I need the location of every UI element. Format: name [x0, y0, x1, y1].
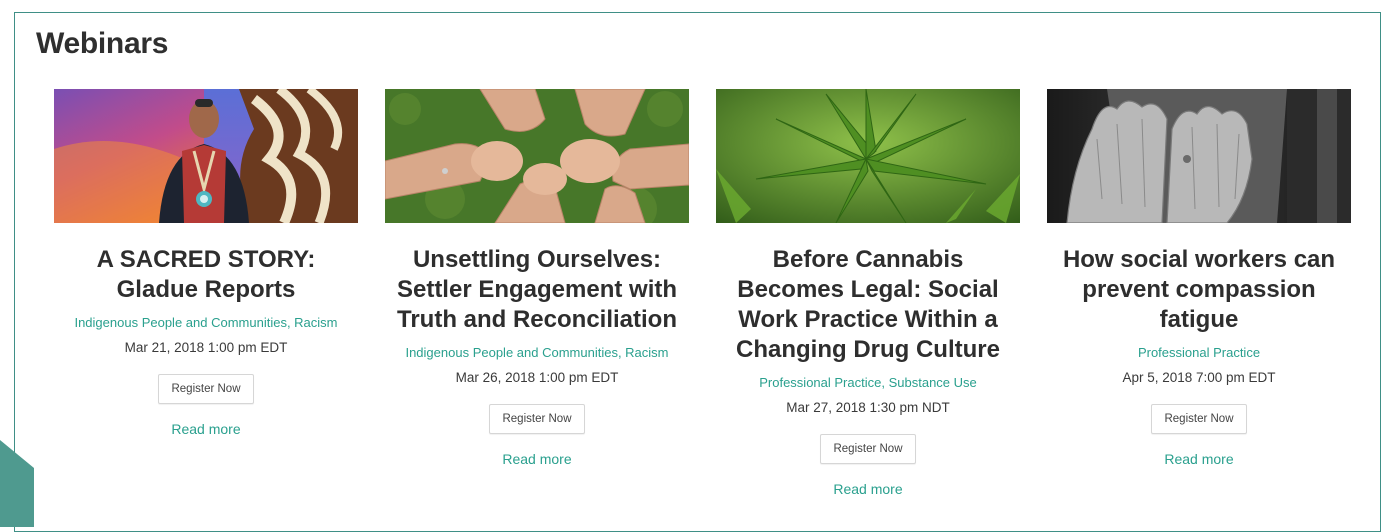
cannabis-leaves-photo	[716, 89, 1020, 223]
webinar-tags: Professional Practice, Substance Use	[759, 375, 977, 390]
linked-hands-photo	[385, 89, 689, 223]
man-in-ribbon-shirt-photo	[54, 89, 358, 223]
register-now-button[interactable]: Register Now	[158, 374, 254, 404]
webinar-title[interactable]: Unsettling Ourselves: Settler Engagement…	[367, 245, 707, 335]
webinar-card-list: A SACRED STORY: Gladue Reports Indigenou…	[54, 89, 1351, 529]
tag-link[interactable]: Racism	[294, 315, 337, 330]
webinar-date: Mar 26, 2018 1:00 pm EDT	[455, 370, 619, 385]
tag-link[interactable]: Indigenous People and Communities	[405, 345, 617, 360]
read-more-link[interactable]: Read more	[385, 450, 689, 468]
webinar-card: Before Cannabis Becomes Legal: Social Wo…	[716, 89, 1020, 498]
read-more-link[interactable]: Read more	[716, 480, 1020, 498]
webinar-card: Unsettling Ourselves: Settler Engagement…	[385, 89, 689, 468]
tag-link[interactable]: Professional Practice	[759, 375, 881, 390]
webinar-title[interactable]: How social workers can prevent compassio…	[1029, 245, 1369, 335]
webinar-image-linked-hands[interactable]	[385, 89, 689, 223]
webinar-tags: Indigenous People and Communities, Racis…	[74, 315, 338, 330]
hands-over-face-photo	[1047, 89, 1351, 223]
webinar-image-cannabis-leaves[interactable]	[716, 89, 1020, 223]
webinar-card: How social workers can prevent compassio…	[1047, 89, 1351, 468]
read-more-link[interactable]: Read more	[1047, 450, 1351, 468]
webinar-image-man-in-ribbon-shirt[interactable]	[54, 89, 358, 223]
webinar-image-hands-over-face[interactable]	[1047, 89, 1351, 223]
tag-link[interactable]: Professional Practice	[1138, 345, 1260, 360]
webinar-title[interactable]: A SACRED STORY: Gladue Reports	[36, 245, 376, 305]
webinar-date: Mar 27, 2018 1:30 pm NDT	[786, 400, 950, 415]
tag-link[interactable]: Indigenous People and Communities	[74, 315, 286, 330]
webinars-panel: Webinars A SACRED STORY: Gladue Reports …	[14, 12, 1381, 532]
webinar-title[interactable]: Before Cannabis Becomes Legal: Social Wo…	[698, 245, 1038, 365]
webinar-date: Apr 5, 2018 7:00 pm EDT	[1122, 370, 1276, 385]
webinar-date: Mar 21, 2018 1:00 pm EDT	[124, 340, 288, 355]
register-now-button[interactable]: Register Now	[489, 404, 585, 434]
register-now-button[interactable]: Register Now	[1151, 404, 1247, 434]
read-more-link[interactable]: Read more	[54, 420, 358, 438]
section-title: Webinars	[36, 27, 169, 60]
webinar-tags: Indigenous People and Communities, Racis…	[405, 345, 669, 360]
webinar-tags: Professional Practice	[1037, 344, 1361, 362]
tag-link[interactable]: Racism	[625, 345, 668, 360]
register-now-button[interactable]: Register Now	[820, 434, 916, 464]
tag-link[interactable]: Substance Use	[889, 375, 977, 390]
webinar-card: A SACRED STORY: Gladue Reports Indigenou…	[54, 89, 358, 438]
